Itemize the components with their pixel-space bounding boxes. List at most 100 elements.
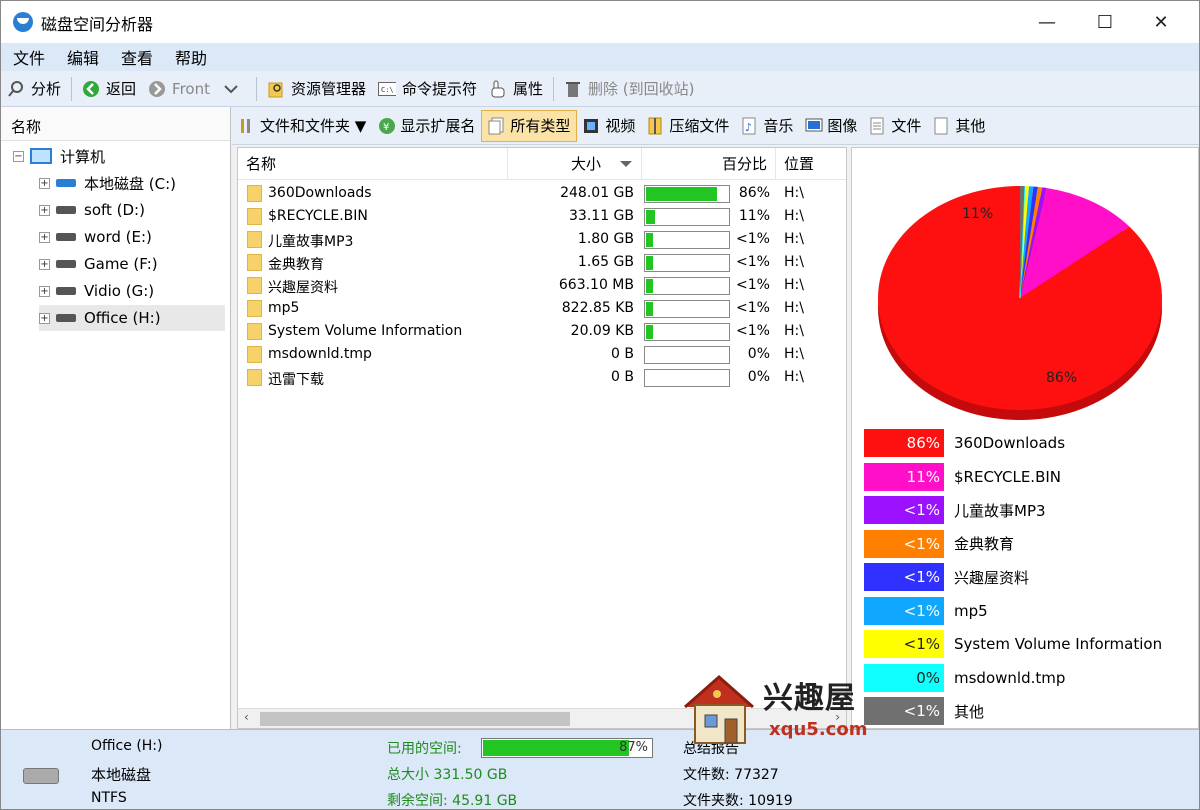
expand-icon[interactable]: + — [39, 231, 50, 243]
row-name: 金典教育 — [268, 257, 324, 273]
table-row[interactable]: msdownld.tmp 0 B 0% H:\ — [238, 343, 846, 366]
watermark-brand: 兴趣屋 — [763, 681, 856, 716]
scroll-left-icon[interactable]: ‹ — [244, 710, 249, 724]
row-size: 1.80 GB — [577, 231, 634, 247]
column-location[interactable]: 位置 — [776, 148, 846, 180]
extension-icon: ¥ — [378, 117, 396, 135]
row-percent-fill — [646, 302, 653, 316]
delete-button[interactable]: 删除 (到回收站) — [558, 71, 700, 107]
column-size[interactable]: 大小 — [508, 148, 642, 180]
row-percent-bar — [644, 346, 730, 364]
folder-icon — [247, 300, 262, 317]
table-row[interactable]: $RECYCLE.BIN 33.11 GB 11% H:\ — [238, 205, 846, 228]
back-button[interactable]: 返回 — [76, 71, 142, 107]
folder-tree-panel: 名称 − 计算机 + 本地磁盘 (C:) + soft (D:) + word … — [1, 107, 231, 729]
row-name: 兴趣屋资料 — [268, 280, 338, 296]
legend-swatch: <1% — [864, 529, 944, 558]
row-location: H:\ — [784, 369, 804, 385]
folder-search-icon — [267, 80, 285, 98]
tree-item-drive-f[interactable]: + Game (F:) — [39, 251, 158, 277]
legend-item: 86% 360Downloads — [864, 428, 1194, 458]
table-row[interactable]: 兴趣屋资料 663.10 MB <1% H:\ — [238, 274, 846, 297]
filter-documents[interactable]: 文件 — [863, 110, 927, 142]
watermark: 兴趣屋 xqu5.com — [677, 669, 867, 749]
drive-icon — [56, 206, 76, 214]
tree-label: 计算机 — [60, 147, 106, 166]
row-percent-bar — [644, 277, 730, 295]
explorer-label: 资源管理器 — [290, 80, 366, 98]
cmd-button[interactable]: C:\ 命令提示符 — [372, 71, 483, 107]
table-row[interactable]: 迅雷下载 0 B 0% H:\ — [238, 366, 846, 389]
filter-image[interactable]: 图像 — [799, 110, 863, 142]
table-row[interactable]: 儿童故事MP3 1.80 GB <1% H:\ — [238, 228, 846, 251]
expand-icon[interactable]: + — [39, 312, 50, 324]
row-name: msdownld.tmp — [268, 346, 372, 362]
history-dropdown[interactable] — [216, 71, 252, 107]
menu-help[interactable]: 帮助 — [163, 45, 217, 69]
svg-text:♪: ♪ — [745, 121, 752, 134]
row-percent-bar — [644, 208, 730, 226]
legend-item: <1% 兴趣屋资料 — [864, 562, 1194, 592]
menu-edit[interactable]: 编辑 — [55, 45, 109, 69]
row-percent: <1% — [736, 231, 770, 247]
table-row[interactable]: mp5 822.85 KB <1% H:\ — [238, 297, 846, 320]
filter-music[interactable]: ♪ 音乐 — [735, 110, 799, 142]
legend-label: 兴趣屋资料 — [954, 568, 1030, 587]
expand-icon[interactable]: + — [39, 258, 50, 270]
window-title: 磁盘空间分析器 — [41, 15, 154, 34]
all-files-icon — [488, 117, 504, 135]
tree-item-drive-d[interactable]: + soft (D:) — [39, 197, 145, 223]
legend-item: 11% $RECYCLE.BIN — [864, 462, 1194, 492]
maximize-button[interactable]: ☐ — [1077, 1, 1133, 43]
explorer-button[interactable]: 资源管理器 — [261, 71, 372, 107]
legend-item: <1% 儿童故事MP3 — [864, 495, 1194, 525]
filter-video[interactable]: 视频 — [577, 110, 641, 142]
table-row[interactable]: System Volume Information 20.09 KB <1% H:\ — [238, 320, 846, 343]
menu-view[interactable]: 查看 — [109, 45, 163, 69]
tree-item-drive-g[interactable]: + Vidio (G:) — [39, 278, 154, 304]
collapse-icon[interactable]: − — [13, 150, 24, 162]
tree-item-drive-h[interactable]: + Office (H:) — [39, 305, 225, 331]
row-size: 20.09 KB — [570, 323, 634, 339]
expand-icon[interactable]: + — [39, 204, 50, 216]
row-percent-fill — [646, 279, 653, 293]
row-location: H:\ — [784, 185, 804, 201]
row-location: H:\ — [784, 208, 804, 224]
table-row[interactable]: 360Downloads 248.01 GB 86% H:\ — [238, 182, 846, 205]
row-location: H:\ — [784, 277, 804, 293]
column-percent[interactable]: 百分比 — [642, 148, 776, 180]
row-location: H:\ — [784, 231, 804, 247]
tree-item-drive-e[interactable]: + word (E:) — [39, 224, 152, 250]
filter-all-types[interactable]: 所有类型 — [481, 109, 578, 142]
row-percent-fill — [646, 187, 717, 201]
row-percent-bar — [644, 300, 730, 318]
show-extension-label: 显示扩展名 — [400, 117, 476, 135]
legend-label: 360Downloads — [954, 434, 1066, 452]
table-row[interactable]: 金典教育 1.65 GB <1% H:\ — [238, 251, 846, 274]
minimize-button[interactable]: — — [1019, 1, 1075, 43]
close-button[interactable]: ✕ — [1133, 1, 1189, 43]
tree-item-drive-c[interactable]: + 本地磁盘 (C:) — [39, 170, 176, 196]
row-percent-bar — [644, 369, 730, 387]
scrollbar-thumb[interactable] — [260, 712, 570, 726]
expand-icon[interactable]: + — [39, 285, 50, 297]
folder-icon — [247, 346, 262, 363]
properties-button[interactable]: 属性 — [483, 71, 549, 107]
analyze-button[interactable]: 分析 — [1, 71, 67, 107]
trash-icon — [564, 80, 582, 98]
tree-item-computer[interactable]: − 计算机 — [13, 143, 105, 169]
status-filesystem: NTFS — [91, 790, 127, 806]
expand-icon[interactable]: + — [39, 177, 50, 189]
column-name[interactable]: 名称 — [238, 148, 508, 180]
filter-archive[interactable]: 压缩文件 — [641, 110, 735, 142]
app-logo-icon — [13, 12, 33, 32]
menu-file[interactable]: 文件 — [1, 45, 55, 69]
drive-icon — [56, 260, 76, 268]
row-name: 迅雷下载 — [268, 372, 324, 388]
view-mode-dropdown[interactable]: 文件和文件夹 ▼ — [232, 110, 372, 142]
front-button[interactable]: Front — [142, 71, 216, 107]
filter-other[interactable]: 其他 — [927, 110, 991, 142]
folder-icon — [247, 369, 262, 386]
show-extension-button[interactable]: ¥ 显示扩展名 — [372, 110, 481, 142]
size-header-label: 大小 — [570, 155, 601, 173]
